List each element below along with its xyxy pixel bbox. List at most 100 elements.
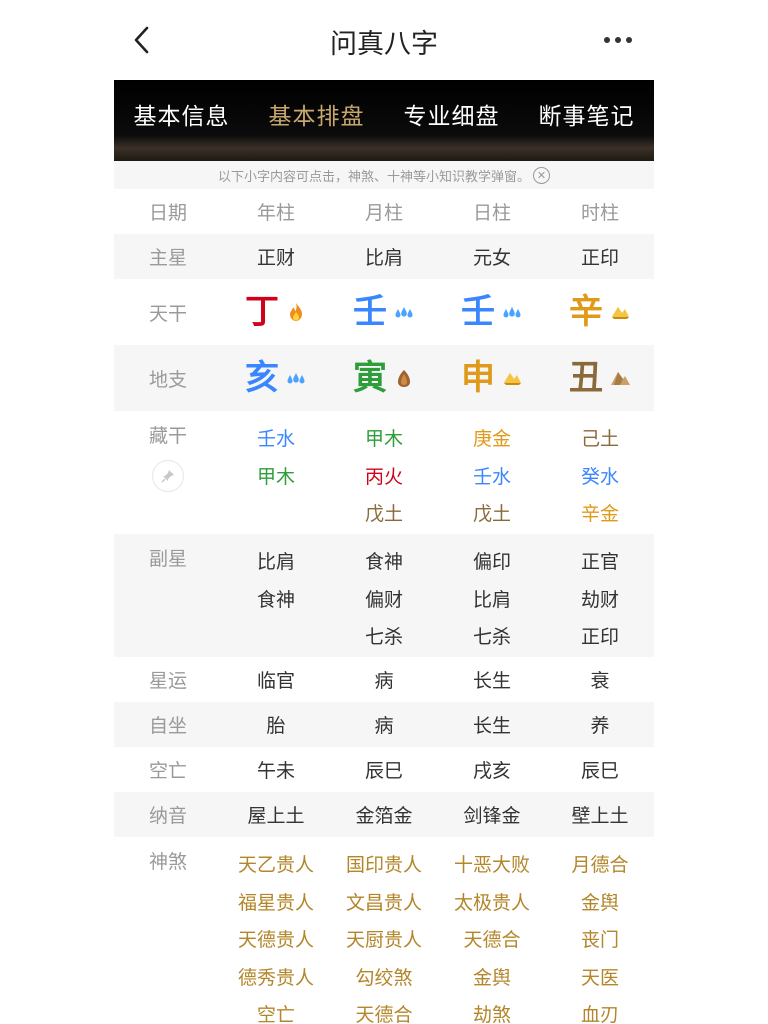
hidden-stem[interactable]: 甲木 xyxy=(257,459,295,497)
sub-star[interactable]: 偏印 xyxy=(473,544,511,582)
sub-star[interactable]: 正印 xyxy=(581,619,619,657)
hidden-stem[interactable]: 戊土 xyxy=(365,496,403,534)
shensha-item[interactable]: 血刃 xyxy=(581,997,619,1024)
shensha-item[interactable]: 太极贵人 xyxy=(454,885,530,923)
shensha-item[interactable]: 金舆 xyxy=(581,885,619,923)
xingyun-hour[interactable]: 衰 xyxy=(590,666,609,693)
shensha-item[interactable]: 福星贵人 xyxy=(238,885,314,923)
main-star-day[interactable]: 元女 xyxy=(473,243,511,270)
tiangan-month[interactable]: 壬 xyxy=(353,295,415,329)
shensha-item[interactable]: 德秀贵人 xyxy=(238,960,314,998)
more-options-button[interactable] xyxy=(598,30,638,50)
hidden-stem[interactable]: 戊土 xyxy=(473,496,511,534)
zizuo-day[interactable]: 长生 xyxy=(473,711,511,738)
shensha-item[interactable]: 国印贵人 xyxy=(346,847,422,885)
row-nayin: 纳音 屋上土 金箔金 剑锋金 壁上土 xyxy=(114,792,654,837)
fuxing-month: 食神 偏财 七杀 xyxy=(330,534,438,657)
zizuo-month[interactable]: 病 xyxy=(374,711,393,738)
row-label: 日期 xyxy=(148,202,187,224)
hidden-stem[interactable]: 己土 xyxy=(581,421,619,459)
zizuo-hour[interactable]: 养 xyxy=(590,711,609,738)
row-label: 地支 xyxy=(148,368,187,391)
sub-star[interactable]: 比肩 xyxy=(257,544,295,582)
main-star-month[interactable]: 比肩 xyxy=(365,243,403,270)
nayin-month[interactable]: 金箔金 xyxy=(355,801,412,828)
nayin-hour[interactable]: 壁上土 xyxy=(571,801,628,828)
shensha-item[interactable]: 月德合 xyxy=(571,847,628,885)
row-shensha: 神煞 天乙贵人 福星贵人 天德贵人 德秀贵人 空亡 国印贵人 文昌贵人 天厨贵人… xyxy=(114,837,654,1024)
more-dots-icon xyxy=(604,37,610,43)
row-label: 神煞 xyxy=(148,851,187,873)
row-fuxing: 副星 比肩 食神 食神 偏财 七杀 偏印 比肩 七杀 正官 劫财 正印 xyxy=(114,534,654,657)
shensha-item[interactable]: 丧门 xyxy=(581,922,619,960)
sub-star[interactable]: 正官 xyxy=(581,544,619,582)
pin-button[interactable] xyxy=(152,460,184,492)
sub-star[interactable]: 七杀 xyxy=(365,619,403,657)
branch-char: 寅 xyxy=(353,358,387,398)
hidden-stem[interactable]: 癸水 xyxy=(581,459,619,497)
nayin-year[interactable]: 屋上土 xyxy=(247,801,304,828)
stem-char: 丁 xyxy=(245,292,279,332)
stem-char: 壬 xyxy=(353,292,387,332)
kongwang-day[interactable]: 戌亥 xyxy=(473,756,511,783)
kongwang-year[interactable]: 午未 xyxy=(257,756,295,783)
dizhi-hour[interactable]: 丑 xyxy=(569,361,631,395)
hidden-stem[interactable]: 壬水 xyxy=(473,459,511,497)
hidden-stem[interactable]: 甲木 xyxy=(365,421,403,459)
xingyun-month[interactable]: 病 xyxy=(374,666,393,693)
sub-star[interactable]: 七杀 xyxy=(473,619,511,657)
canggan-day: 庚金 壬水 戊土 xyxy=(438,411,546,534)
dizhi-month[interactable]: 寅 xyxy=(353,361,415,395)
shensha-item[interactable]: 金舆 xyxy=(473,960,511,998)
main-star-year[interactable]: 正财 xyxy=(257,243,295,270)
row-zizuo: 自坐 胎 病 长生 养 xyxy=(114,702,654,747)
xingyun-year[interactable]: 临官 xyxy=(257,666,295,693)
shensha-item[interactable]: 十恶大败 xyxy=(454,847,530,885)
dizhi-year[interactable]: 亥 xyxy=(245,361,307,395)
shensha-item[interactable]: 天德合 xyxy=(355,997,412,1024)
close-circle-icon[interactable]: ✕ xyxy=(533,166,550,184)
nayin-day[interactable]: 剑锋金 xyxy=(463,801,520,828)
kongwang-hour[interactable]: 辰巳 xyxy=(581,756,619,783)
tab-basic-info[interactable]: 基本信息 xyxy=(114,80,249,131)
tab-notes[interactable]: 断事笔记 xyxy=(519,80,654,131)
row-label: 藏干 xyxy=(148,425,187,447)
row-tiangan: 天干 丁 壬 壬 辛 xyxy=(114,279,654,345)
hidden-stem[interactable]: 丙火 xyxy=(365,459,403,497)
column-header-day: 日柱 xyxy=(472,202,511,224)
shensha-item[interactable]: 文昌贵人 xyxy=(346,885,422,923)
shensha-item[interactable]: 天德贵人 xyxy=(238,922,314,960)
shensha-item[interactable]: 空亡 xyxy=(257,997,295,1024)
shensha-item[interactable]: 天医 xyxy=(581,960,619,998)
sub-star[interactable]: 比肩 xyxy=(473,582,511,620)
shensha-item[interactable]: 天乙贵人 xyxy=(238,847,314,885)
stem-char: 壬 xyxy=(461,292,495,332)
sub-star[interactable]: 偏财 xyxy=(365,582,403,620)
fuxing-day: 偏印 比肩 七杀 xyxy=(438,534,546,657)
main-star-hour[interactable]: 正印 xyxy=(581,243,619,270)
shensha-item[interactable]: 勾绞煞 xyxy=(355,960,412,998)
tab-pro-chart[interactable]: 专业细盘 xyxy=(384,80,519,131)
shensha-item[interactable]: 劫煞 xyxy=(473,997,511,1024)
zizuo-year[interactable]: 胎 xyxy=(266,711,285,738)
shensha-item[interactable]: 天德合 xyxy=(463,922,520,960)
xingyun-day[interactable]: 长生 xyxy=(473,666,511,693)
shensha-month: 国印贵人 文昌贵人 天厨贵人 勾绞煞 天德合 xyxy=(330,837,438,1024)
hidden-stem[interactable]: 壬水 xyxy=(257,421,295,459)
water-drops-icon xyxy=(503,307,521,318)
sub-star[interactable]: 食神 xyxy=(257,582,295,620)
sub-star[interactable]: 食神 xyxy=(365,544,403,582)
kongwang-month[interactable]: 辰巳 xyxy=(365,756,403,783)
dizhi-day[interactable]: 申 xyxy=(461,361,523,395)
tab-basic-chart[interactable]: 基本排盘 xyxy=(249,80,384,131)
hidden-stem[interactable]: 庚金 xyxy=(473,421,511,459)
shensha-item[interactable]: 天厨贵人 xyxy=(346,922,422,960)
sub-star[interactable]: 劫财 xyxy=(581,582,619,620)
tiangan-year[interactable]: 丁 xyxy=(245,295,307,329)
tab-bar: 基本信息 基本排盘 专业细盘 断事笔记 xyxy=(114,80,654,161)
branch-char: 丑 xyxy=(569,358,603,398)
pin-icon xyxy=(161,470,174,483)
hidden-stem[interactable]: 辛金 xyxy=(581,496,619,534)
tiangan-hour[interactable]: 辛 xyxy=(569,295,631,329)
tiangan-day[interactable]: 壬 xyxy=(461,295,523,329)
